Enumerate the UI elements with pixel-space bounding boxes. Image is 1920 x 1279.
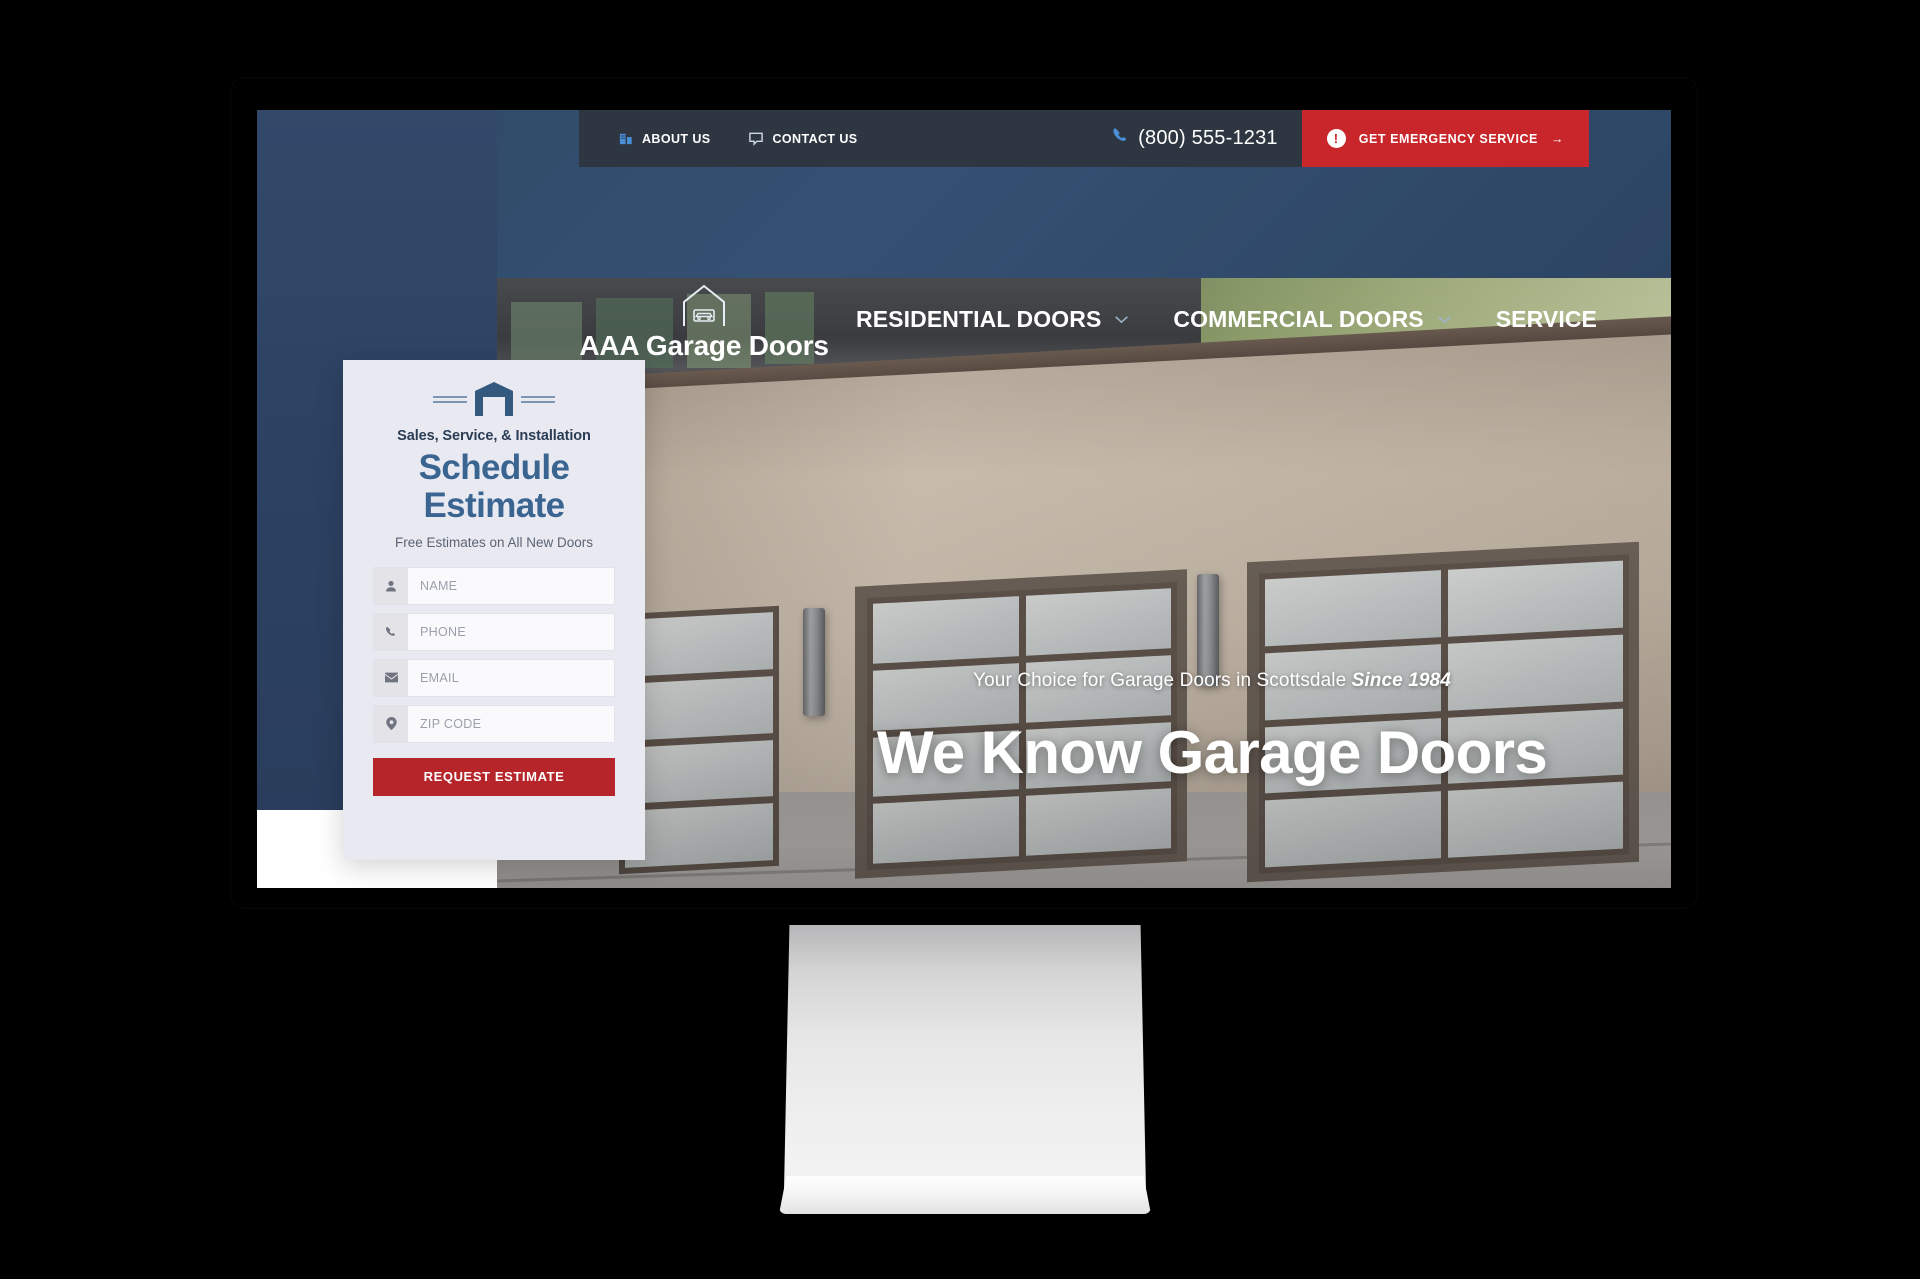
nav-label: RESIDENTIAL DOORS — [856, 306, 1102, 332]
name-field-placeholder: NAME — [420, 578, 458, 593]
pin-icon — [374, 705, 408, 742]
topbar-link-contact-us[interactable]: CONTACT US — [748, 131, 857, 146]
monitor-mockup-scene: ABOUT US CONTACT US (800) 555-1231 ! GET… — [0, 0, 1920, 1279]
topbar-link-about-us[interactable]: ABOUT US — [619, 131, 710, 146]
hero-background-photo — [497, 278, 1671, 888]
phone-field[interactable]: PHONE — [373, 612, 615, 651]
person-icon — [374, 567, 408, 604]
monitor-stand-base — [779, 1176, 1151, 1214]
hero-copy: Your Choice for Garage Doors in Scottsda… — [797, 670, 1627, 787]
phone-icon — [1112, 127, 1129, 150]
monitor-screen: ABOUT US CONTACT US (800) 555-1231 ! GET… — [257, 110, 1671, 888]
topbar-link-label: ABOUT US — [642, 131, 711, 146]
card-title-line1: Schedule — [418, 448, 570, 487]
main-navigation: RESIDENTIAL DOORS COMMERCIAL DOORS SERVI… — [856, 306, 1597, 333]
nav-item-service[interactable]: SERVICE — [1496, 306, 1597, 333]
phone-number-link[interactable]: (800) 555-1231 — [1112, 127, 1302, 150]
arrow-right-icon: → — [1550, 131, 1564, 146]
brand-logo[interactable]: AAA Garage Doors — [579, 282, 829, 362]
hero-subtitle: Your Choice for Garage Doors in Scottsda… — [797, 670, 1627, 692]
house-with-car-icon — [579, 282, 829, 328]
email-field-placeholder: EMAIL — [420, 670, 460, 685]
phone-number-text: (800) 555-1231 — [1138, 127, 1278, 149]
emergency-service-button[interactable]: ! GET EMERGENCY SERVICE → — [1301, 110, 1589, 167]
request-estimate-button[interactable]: REQUEST ESTIMATE — [373, 757, 615, 796]
topbar-link-label: CONTACT US — [772, 131, 858, 146]
garage-door-icon — [373, 382, 615, 416]
hero-title: We Know Garage Doors — [876, 719, 1548, 786]
hero-subtitle-emphasis: Since 1984 — [1351, 670, 1451, 691]
website-page: ABOUT US CONTACT US (800) 555-1231 ! GET… — [257, 110, 1671, 888]
chevron-down-icon — [1437, 316, 1451, 324]
nav-label: SERVICE — [1495, 306, 1597, 332]
card-title: Schedule Estimate — [373, 449, 615, 525]
estimate-form: NAME PHONE EMAIL ZIP CODE — [373, 566, 615, 743]
utility-top-bar: ABOUT US CONTACT US (800) 555-1231 ! GET… — [579, 110, 1589, 167]
monitor-stand-neck — [784, 925, 1146, 1191]
chat-bubble-icon — [748, 131, 764, 146]
brand-name: AAA Garage Doors — [579, 330, 829, 361]
card-title-line2: Estimate — [423, 485, 565, 525]
alert-icon: ! — [1326, 129, 1346, 148]
nav-item-commercial-doors[interactable]: COMMERCIAL DOORS — [1173, 306, 1451, 333]
chevron-down-icon — [1115, 316, 1129, 324]
zip-code-field[interactable]: ZIP CODE — [373, 704, 615, 743]
zip-code-field-placeholder: ZIP CODE — [420, 716, 482, 731]
building-icon — [619, 131, 634, 146]
email-field[interactable]: EMAIL — [373, 658, 615, 697]
hero-subtitle-plain: Your Choice for Garage Doors in Scottsda… — [973, 670, 1352, 691]
phone-field-placeholder: PHONE — [420, 624, 466, 639]
nav-label: COMMERCIAL DOORS — [1173, 306, 1424, 332]
name-field[interactable]: NAME — [373, 566, 615, 605]
card-note: Free Estimates on All New Doors — [394, 534, 594, 550]
phone-icon — [374, 613, 408, 650]
emergency-service-label: GET EMERGENCY SERVICE — [1358, 131, 1538, 146]
monitor-bezel: ABOUT US CONTACT US (800) 555-1231 ! GET… — [231, 78, 1697, 908]
envelope-icon — [374, 659, 408, 696]
schedule-estimate-card: Sales, Service, & Installation Schedule … — [343, 360, 645, 860]
nav-item-residential-doors[interactable]: RESIDENTIAL DOORS — [856, 306, 1129, 333]
card-eyebrow: Sales, Service, & Installation — [397, 428, 591, 444]
